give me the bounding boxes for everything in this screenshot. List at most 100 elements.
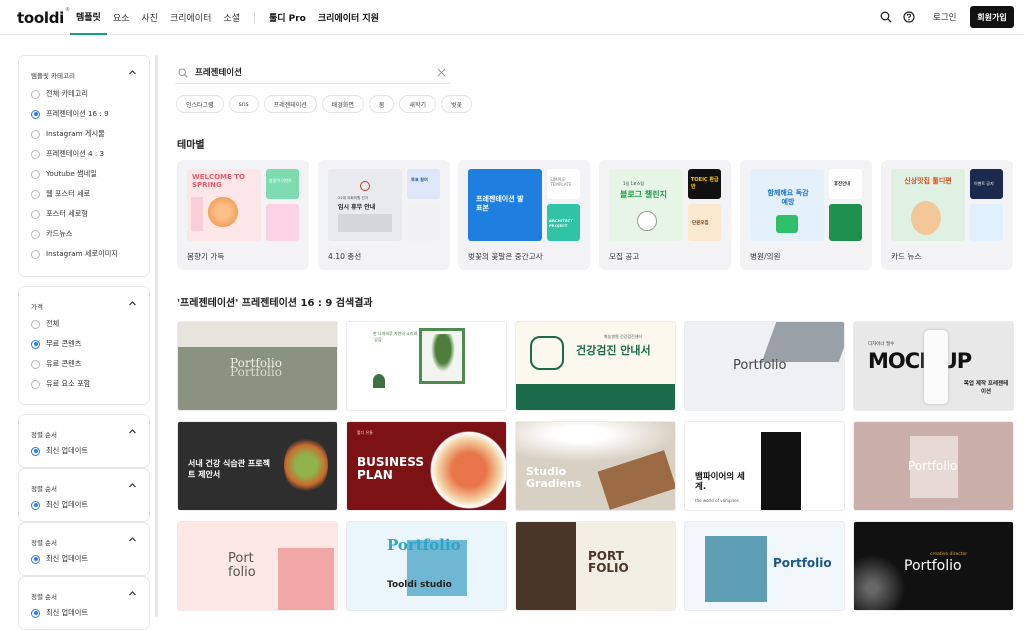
radio-icon[interactable] xyxy=(31,129,40,139)
nav-social[interactable]: 소셜 xyxy=(217,0,246,35)
theme-card[interactable]: 1일 1포스팅 블로그 챌린지 TOEIC 환급반 단원모집 모집 공고 xyxy=(599,160,731,270)
result-card[interactable]: 화농병원 건강검진센터 건강검진 안내서 xyxy=(515,321,676,411)
category-option[interactable]: 포스터 세로형 xyxy=(31,208,88,220)
radio-icon[interactable] xyxy=(31,189,40,199)
result-card[interactable]: 서내 건강 식습관 프로젝트 제안서 xyxy=(177,421,338,511)
result-card[interactable]: creative director Portfolio xyxy=(853,521,1014,611)
price-option[interactable]: 유료 요소 포함 xyxy=(31,378,90,390)
radio-icon[interactable] xyxy=(31,149,40,159)
category-filter-title: 템플릿 카테고리 xyxy=(31,72,75,80)
option-label: 무료 콘텐츠 xyxy=(46,339,82,348)
result-card[interactable]: Portfolio xyxy=(684,321,845,411)
radio-icon[interactable] xyxy=(31,319,40,329)
theme-thumb xyxy=(970,204,1003,241)
sort-option-selected[interactable]: 최신 업데이트 xyxy=(31,607,88,619)
decor xyxy=(776,215,798,233)
search-icon[interactable] xyxy=(880,11,892,23)
result-card[interactable]: Portfolio Tooldi studio xyxy=(346,521,507,611)
price-option[interactable]: 전체 xyxy=(31,318,59,330)
result-card[interactable]: Portfolio xyxy=(684,521,845,611)
theme-card[interactable]: 22대 국회의원 선거 임시 휴무 안내 투표 참여 4.10 총선 xyxy=(318,160,450,270)
radio-icon[interactable] xyxy=(31,209,40,219)
nav-photos[interactable]: 사진 xyxy=(135,0,164,35)
radio-icon[interactable] xyxy=(31,554,40,564)
nav-elements[interactable]: 요소 xyxy=(107,0,136,35)
tag-chip[interactable]: 새학기 xyxy=(399,95,436,113)
result-text: 화농병원 건강검진센터 xyxy=(604,334,643,339)
tag-chip[interactable]: sns xyxy=(228,95,259,113)
result-card[interactable]: 한 나의하루 자연의 소리와 ‘공감’ xyxy=(346,321,507,411)
tooldi-logo[interactable]: tooldi® xyxy=(17,7,70,27)
nav-templates[interactable]: 템플릿 xyxy=(70,0,107,35)
category-option[interactable]: 카드뉴스 xyxy=(31,228,72,240)
sort-option-selected[interactable]: 최신 업데이트 xyxy=(31,553,88,565)
result-card[interactable]: Portfolio xyxy=(853,421,1014,511)
chevron-up-icon[interactable] xyxy=(128,589,137,598)
result-card[interactable]: Port folio xyxy=(177,521,338,611)
signup-button[interactable]: 회원가입 xyxy=(970,6,1014,28)
radio-icon[interactable] xyxy=(31,229,40,239)
radio-icon[interactable] xyxy=(31,359,40,369)
help-icon[interactable] xyxy=(903,11,915,23)
result-text: 디자이너 필수 xyxy=(868,342,895,347)
theme-thumb: ARCHITECT PROJECT xyxy=(547,204,580,241)
radio-icon[interactable] xyxy=(31,500,40,510)
theme-label: 4.10 총선 xyxy=(328,252,362,261)
sidebar-scrollbar[interactable] xyxy=(155,55,158,617)
radio-icon[interactable] xyxy=(31,89,40,99)
radio-icon[interactable] xyxy=(31,339,40,349)
radio-icon[interactable] xyxy=(31,608,40,618)
category-option[interactable]: 프레젠테이션 4 : 3 xyxy=(31,148,104,160)
radio-icon[interactable] xyxy=(31,446,40,456)
search-bar[interactable]: 프레젠테이션 xyxy=(175,62,450,84)
sort-option-selected[interactable]: 최신 업데이트 xyxy=(31,445,88,457)
chevron-up-icon[interactable] xyxy=(128,427,137,436)
price-option-selected[interactable]: 무료 콘텐츠 xyxy=(31,338,81,350)
theme-card[interactable]: 함께해요 독감 예방 휴진안내 병원/의원 xyxy=(740,160,872,270)
result-card[interactable]: 디자이너 필수 MOCK UP 목업 제작 프레젠테이션 xyxy=(853,321,1014,411)
radio-icon[interactable] xyxy=(31,169,40,179)
result-text: 뱀파이어의 세계. xyxy=(695,472,745,492)
radio-icon[interactable] xyxy=(31,249,40,259)
chevron-up-icon[interactable] xyxy=(128,481,137,490)
tag-chip[interactable]: 인스타그램 xyxy=(176,95,224,113)
category-option[interactable]: Instagram 게시물 xyxy=(31,128,105,140)
login-link[interactable]: 로그인 xyxy=(933,11,956,23)
clear-icon[interactable] xyxy=(437,68,446,77)
option-label: Instagram 게시물 xyxy=(46,129,105,138)
result-card[interactable]: Studio Gradiens xyxy=(515,421,676,511)
thumb-text: 프레젠테이션 발표본 xyxy=(476,195,524,212)
nav-tooldi-pro[interactable]: 툴디 Pro xyxy=(263,0,312,35)
sort-option-selected[interactable]: 최신 업데이트 xyxy=(31,499,88,511)
result-text: Port folio xyxy=(228,551,256,580)
tag-chip[interactable]: 봄 xyxy=(368,95,395,113)
search-input[interactable]: 프레젠테이션 xyxy=(195,66,242,78)
theme-label: 카드 뉴스 xyxy=(891,252,922,261)
category-option[interactable]: Youtube 썸네일 xyxy=(31,168,97,180)
nav-creator[interactable]: 크리에이터 xyxy=(164,0,217,35)
result-card[interactable]: PORT FOLIO xyxy=(515,521,676,611)
chevron-up-icon[interactable] xyxy=(128,535,137,544)
tag-chip[interactable]: 프레젠테이션 xyxy=(263,95,317,113)
nav-creator-support[interactable]: 크리에이터 지원 xyxy=(312,0,385,35)
result-card[interactable]: 뱀파이어의 세계. the world of vampires xyxy=(684,421,845,511)
result-card[interactable]: 툴디 유통 BUSINESS PLAN xyxy=(346,421,507,511)
tag-chip[interactable]: 배경화면 xyxy=(321,95,364,113)
price-option[interactable]: 유료 콘텐츠 xyxy=(31,358,81,370)
chevron-up-icon[interactable] xyxy=(128,68,137,77)
result-text: Portfolio xyxy=(387,536,461,554)
theme-card[interactable]: 신상맛집 툴디편 이벤트 공지 카드 뉴스 xyxy=(881,160,1013,270)
chevron-up-icon[interactable] xyxy=(128,299,137,308)
category-option-selected[interactable]: 프레젠테이션 16 : 9 xyxy=(31,108,109,120)
tag-chip[interactable]: 벚꽃 xyxy=(440,95,473,113)
result-text: Portfolio xyxy=(904,558,962,574)
result-card[interactable]: Portfolio Portfolio xyxy=(177,321,338,411)
radio-icon[interactable] xyxy=(31,379,40,389)
radio-icon[interactable] xyxy=(31,109,40,119)
category-option[interactable]: Instagram 세로이미지 xyxy=(31,248,118,260)
category-option[interactable]: 웹 포스터 세로 xyxy=(31,188,90,200)
theme-card[interactable]: 프레젠테이션 발표본 SIMPLE TEMPLATE ARCHITECT PRO… xyxy=(458,160,590,270)
theme-thumb: 단원모집 xyxy=(688,204,721,241)
category-option[interactable]: 전체 카테고리 xyxy=(31,88,88,100)
theme-card[interactable]: WELCOME TO SPRING 봄맞이 이벤트 봄향기 가득 xyxy=(177,160,309,270)
